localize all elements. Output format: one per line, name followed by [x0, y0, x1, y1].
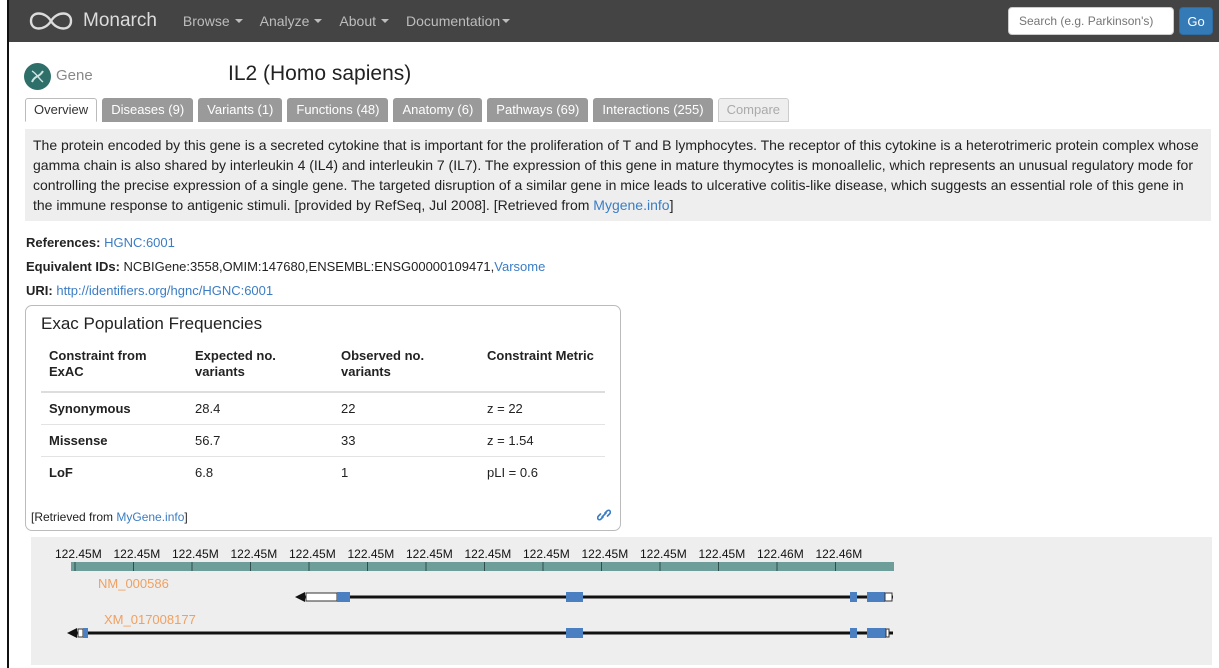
table-cell: pLI = 0.6 [487, 464, 538, 480]
column-header: Expected no. variants [187, 344, 333, 393]
table-cell: z = 22 [479, 392, 605, 425]
monarch-logo-icon [29, 12, 73, 30]
table-cell: z = 1.54 [479, 424, 605, 457]
table-cell: 28.4 [187, 392, 333, 425]
gene-icon [24, 63, 51, 90]
utr-block [884, 592, 893, 602]
exon-block [867, 628, 886, 638]
uri-link[interactable]: http://identifiers.org/hgnc/HGNC:6001 [56, 283, 273, 298]
nav-about-label: About [339, 13, 377, 29]
column-header: Constraint Metric [479, 344, 605, 393]
uri-label: URI: [26, 283, 53, 298]
table-row: LoF 6.8 1 pLI = 0.6 [41, 456, 605, 488]
brand[interactable]: Monarch [27, 0, 183, 42]
nav-analyze[interactable]: Analyze [260, 13, 323, 29]
table-header-row: Constraint from ExAC Expected no. varian… [41, 344, 605, 393]
transcript-label-2[interactable]: XM_017008177 [104, 612, 196, 627]
nav-documentation[interactable]: Documentation [406, 13, 511, 29]
genome-track: 122.45M 122.45M 122.45M 122.45M 122.45M 122.4… [31, 537, 1212, 665]
table-row: Synonymous 28.4 22 z = 22 [41, 392, 605, 425]
nav-browse[interactable]: Browse [183, 13, 243, 29]
exon-block [566, 628, 583, 638]
caret-down-icon [502, 19, 511, 23]
tab-compare: Compare [717, 98, 790, 122]
exac-panel: Exac Population Frequencies Constraint f… [25, 305, 621, 531]
nav-documentation-label: Documentation [406, 13, 501, 29]
caret-down-icon [234, 19, 243, 23]
strand-arrow-icon [67, 628, 77, 638]
uri-row: URI: http://identifiers.org/hgnc/HGNC:60… [26, 283, 273, 298]
nav-analyze-label: Analyze [259, 13, 310, 29]
utr-block [77, 628, 84, 638]
exac-table: Constraint from ExAC Expected no. varian… [41, 344, 605, 488]
category-label: Gene [56, 67, 93, 84]
references-row: References: HGNC:6001 [26, 235, 175, 250]
tab-anatomy[interactable]: Anatomy (6) [393, 98, 483, 122]
retrieved-suffix: ] [184, 510, 188, 524]
table-cell: 56.7 [187, 424, 333, 457]
table-cell: 6.8 [195, 464, 214, 480]
exon-block [337, 592, 350, 602]
exon-block [83, 628, 88, 638]
table-cell: Missense [41, 424, 187, 457]
genome-axis-bar [71, 562, 894, 571]
table-cell: LoF [49, 464, 73, 480]
table-cell: 33 [333, 424, 479, 457]
mygene-info-link[interactable]: MyGene.info [116, 510, 184, 524]
exon-block [850, 592, 857, 602]
tab-interactions[interactable]: Interactions (255) [593, 98, 713, 122]
table-row: Missense 56.7 33 z = 1.54 [41, 424, 605, 457]
equivalent-ids-label: Equivalent IDs: [26, 259, 120, 274]
retrieved-prefix: [Retrieved from [31, 510, 117, 524]
exac-retrieved-note: [Retrieved from MyGene.info] [31, 510, 188, 524]
hgnc-link[interactable]: HGNC:6001 [104, 235, 175, 250]
varsome-link[interactable]: Varsome [494, 259, 545, 274]
nav-browse-label: Browse [182, 13, 230, 29]
gene-description: The protein encoded by this gene is a se… [25, 129, 1211, 221]
mygene-link[interactable]: Mygene.info [593, 197, 669, 213]
tab-bar: Overview Diseases (9) Variants (1) Funct… [25, 98, 794, 122]
page-title: IL2 (Homo sapiens) [228, 62, 412, 85]
caret-down-icon [381, 19, 390, 23]
go-button[interactable]: Go [1179, 7, 1213, 35]
tab-overview[interactable]: Overview [25, 98, 98, 122]
tab-diseases[interactable]: Diseases (9) [102, 98, 194, 122]
search-input[interactable] [1008, 7, 1174, 35]
table-cell: 1 [341, 464, 349, 480]
exon-block [867, 592, 885, 602]
equivalent-ids-row: Equivalent IDs: NCBIGene:3558,OMIM:14768… [26, 259, 545, 274]
page-frame: Monarch Browse Analyze About Documentati… [7, 0, 1219, 668]
nav-about[interactable]: About [339, 13, 390, 29]
transcript-label-1[interactable]: NM_000586 [98, 576, 169, 591]
tab-variants[interactable]: Variants (1) [198, 98, 283, 122]
column-header: Constraint from ExAC [41, 344, 187, 393]
description-suffix: ] [669, 197, 674, 213]
tab-functions[interactable]: Functions (48) [287, 98, 389, 122]
exac-panel-title: Exac Population Frequencies [41, 314, 263, 333]
top-navbar: Monarch Browse Analyze About Documentati… [9, 0, 1219, 42]
equivalent-ids-value: NCBIGene:3558,OMIM:147680,ENSEMBL:ENSG00… [123, 259, 495, 274]
column-header: Observed no. variants [333, 344, 479, 393]
references-label: References: [26, 235, 101, 250]
exon-block [566, 592, 583, 602]
utr-block [305, 592, 338, 602]
table-cell: Synonymous [41, 392, 187, 425]
utr-block [885, 628, 890, 638]
chain-link-icon[interactable] [597, 508, 611, 522]
table-cell: 22 [333, 392, 479, 425]
caret-down-icon [314, 19, 323, 23]
genome-track-canvas: NM_000586 XM_017008177 [67, 562, 894, 638]
brand-name: Monarch [83, 10, 157, 31]
exon-block [850, 628, 857, 638]
tab-pathways[interactable]: Pathways (69) [487, 98, 589, 122]
strand-arrow-icon [295, 592, 305, 602]
